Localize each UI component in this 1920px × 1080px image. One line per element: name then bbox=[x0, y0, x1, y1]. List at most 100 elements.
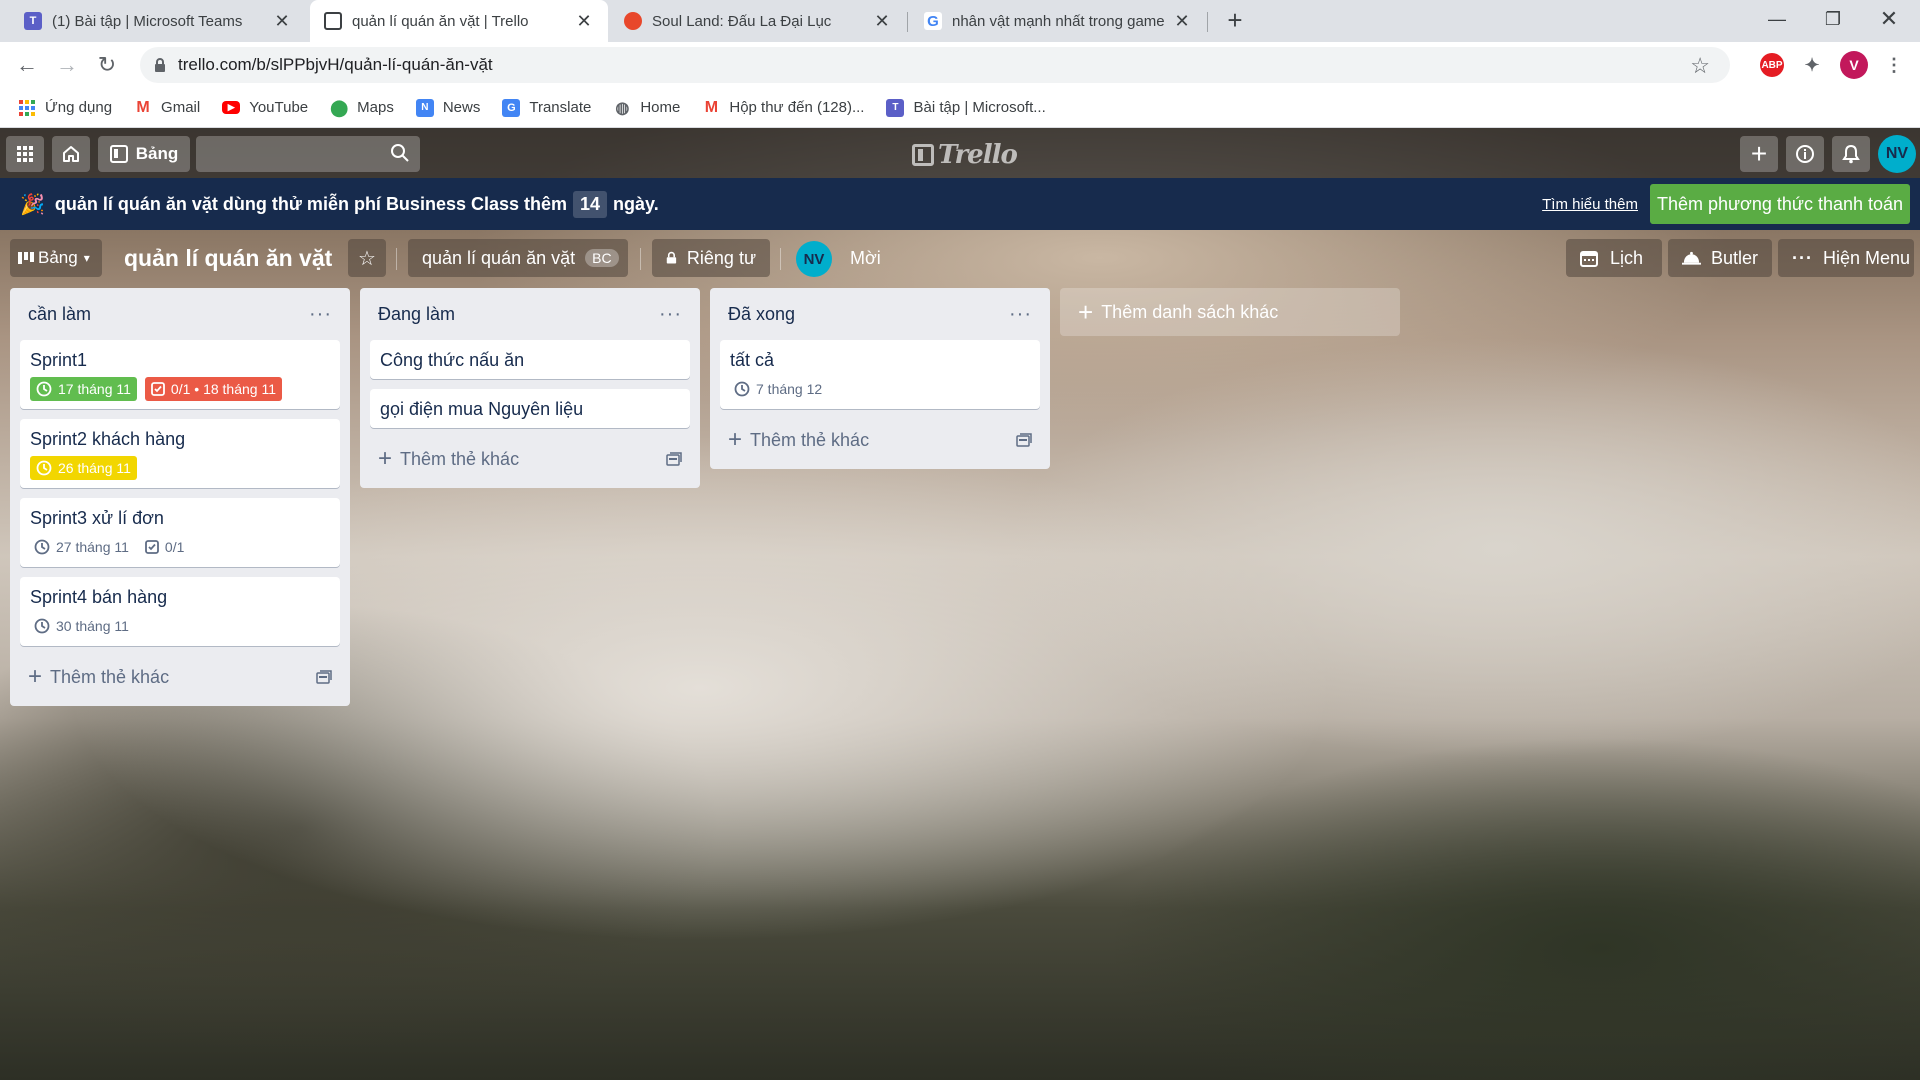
add-list-label: Thêm danh sách khác bbox=[1101, 301, 1279, 322]
card-template-icon[interactable] bbox=[316, 670, 332, 684]
forward-button[interactable]: → bbox=[52, 50, 82, 80]
add-list-button[interactable]: + Thêm danh sách khác bbox=[1060, 288, 1400, 336]
notifications-button[interactable] bbox=[1832, 136, 1870, 172]
card[interactable]: Sprint3 xử lí đơn 27 tháng 11 0/1 bbox=[20, 498, 340, 567]
invite-label: Mời bbox=[850, 247, 881, 268]
profile-avatar[interactable]: V bbox=[1840, 51, 1868, 79]
add-card-button[interactable]: + Thêm thẻ khác bbox=[20, 656, 340, 698]
bookmark-label: Hộp thư đến (128)... bbox=[729, 99, 865, 116]
visibility-button[interactable]: Riêng tư bbox=[652, 239, 770, 277]
card[interactable]: Công thức nấu ăn bbox=[370, 340, 690, 379]
close-icon[interactable]: ✕ bbox=[1172, 11, 1192, 32]
list-title[interactable]: Đang làm bbox=[378, 304, 455, 325]
bookmark-gmail[interactable]: M Gmail bbox=[134, 99, 200, 117]
member-avatar[interactable]: NV bbox=[1878, 135, 1916, 173]
chevron-down-icon: ▾ bbox=[83, 251, 90, 265]
close-icon[interactable]: ✕ bbox=[272, 11, 292, 32]
grid-icon bbox=[17, 146, 33, 162]
calendar-button[interactable]: Lịch bbox=[1566, 239, 1662, 277]
bookmark-inbox[interactable]: M Hộp thư đến (128)... bbox=[702, 99, 865, 117]
trial-message-suffix: ngày. bbox=[613, 193, 659, 214]
checklist-badge: 0/1 • 18 tháng 11 bbox=[144, 377, 282, 401]
trello-logo[interactable]: Trello bbox=[912, 140, 1018, 170]
card-badges: 30 tháng 11 bbox=[30, 614, 330, 638]
bookmark-translate[interactable]: G Translate bbox=[502, 98, 591, 117]
card-title: Sprint1 bbox=[30, 350, 88, 370]
home-button[interactable] bbox=[52, 136, 90, 172]
card[interactable]: Sprint2 khách hàng 26 tháng 11 bbox=[20, 419, 340, 488]
card[interactable]: gọi điện mua Nguyên liệu bbox=[370, 389, 690, 428]
add-card-button[interactable]: + Thêm thẻ khác bbox=[370, 438, 690, 480]
due-date-text: 7 tháng 12 bbox=[756, 381, 823, 397]
show-menu-button[interactable]: ··· Hiện Menu bbox=[1778, 239, 1914, 277]
learn-more-link[interactable]: Tìm hiểu thêm bbox=[1542, 196, 1638, 213]
info-button[interactable] bbox=[1786, 136, 1824, 172]
search-icon[interactable] bbox=[390, 143, 410, 163]
boards-button[interactable]: Bảng bbox=[98, 136, 190, 172]
list-title[interactable]: cần làm bbox=[28, 304, 91, 325]
chrome-menu-icon[interactable]: ⋮ bbox=[1882, 53, 1906, 77]
list-todo: cần làm ··· Sprint1 17 tháng 11 0/1 • 18… bbox=[10, 288, 350, 706]
close-icon[interactable]: ✕ bbox=[574, 11, 594, 32]
browser-tab-google[interactable]: G nhân vật mạnh nhất trong game ✕ bbox=[910, 0, 1206, 42]
due-date-badge[interactable]: 30 tháng 11 bbox=[30, 614, 133, 638]
board-view-switcher[interactable]: Bảng ▾ bbox=[10, 239, 102, 277]
clock-icon bbox=[36, 460, 52, 476]
add-payment-button[interactable]: Thêm phương thức thanh toán bbox=[1650, 184, 1910, 224]
card[interactable]: Sprint4 bán hàng 30 tháng 11 bbox=[20, 577, 340, 646]
list-menu-icon[interactable]: ··· bbox=[659, 303, 682, 326]
card-template-icon[interactable] bbox=[666, 452, 682, 466]
due-date-badge[interactable]: 27 tháng 11 bbox=[30, 535, 133, 559]
browser-tab-soul-land[interactable]: Soul Land: Đấu La Đại Lục ✕ bbox=[610, 0, 906, 42]
list-menu-icon[interactable]: ··· bbox=[1009, 303, 1032, 326]
new-tab-button[interactable]: + bbox=[1220, 6, 1250, 36]
star-board-button[interactable]: ☆ bbox=[348, 239, 386, 277]
add-card-button[interactable]: + Thêm thẻ khác bbox=[720, 419, 1040, 461]
card[interactable]: Sprint1 17 tháng 11 0/1 • 18 tháng 11 bbox=[20, 340, 340, 409]
apps-switcher-button[interactable] bbox=[6, 136, 44, 172]
list-doing: Đang làm ··· Công thức nấu ăn gọi điện m… bbox=[360, 288, 700, 488]
board-member-avatar[interactable]: NV bbox=[796, 241, 832, 277]
create-button[interactable]: + bbox=[1740, 136, 1778, 172]
reload-button[interactable]: ↻ bbox=[92, 50, 122, 80]
visibility-label: Riêng tư bbox=[686, 247, 756, 268]
minimize-button[interactable]: — bbox=[1750, 0, 1804, 38]
card-template-icon[interactable] bbox=[1016, 433, 1032, 447]
party-popper-icon: 🎉 bbox=[20, 193, 45, 216]
extensions-puzzle-icon[interactable]: ✦ bbox=[1800, 53, 1824, 77]
bookmark-teams[interactable]: T Bài tập | Microsoft... bbox=[886, 98, 1046, 117]
bookmark-star-icon[interactable]: ☆ bbox=[1690, 53, 1710, 79]
bookmark-apps[interactable]: Ứng dụng bbox=[18, 99, 112, 117]
card[interactable]: tất cả 7 tháng 12 bbox=[720, 340, 1040, 409]
search-box[interactable] bbox=[196, 136, 420, 172]
back-button[interactable]: ← bbox=[12, 50, 42, 80]
browser-tab-teams[interactable]: T (1) Bài tập | Microsoft Teams ✕ bbox=[10, 0, 306, 42]
invite-button[interactable]: Mời bbox=[840, 239, 891, 277]
board-title[interactable]: quản lí quán ăn vặt bbox=[110, 239, 346, 277]
search-input[interactable] bbox=[196, 136, 376, 172]
adblock-plus-icon[interactable]: ABP bbox=[1760, 53, 1784, 77]
card-badges: 7 tháng 12 bbox=[730, 377, 1030, 401]
list-menu-icon[interactable]: ··· bbox=[309, 303, 332, 326]
address-bar[interactable]: trello.com/b/slPPbjvH/quản-lí-quán-ăn-vặ… bbox=[140, 47, 1730, 83]
due-date-badge[interactable]: 17 tháng 11 bbox=[30, 377, 137, 401]
window-close-button[interactable]: ✕ bbox=[1862, 0, 1916, 38]
trial-message: quản lí quán ăn vặt dùng thử miễn phí Bu… bbox=[55, 190, 659, 218]
maximize-button[interactable]: ❐ bbox=[1806, 0, 1860, 38]
butler-button[interactable]: Butler bbox=[1668, 239, 1772, 277]
due-date-badge[interactable]: 7 tháng 12 bbox=[730, 377, 826, 401]
due-date-badge[interactable]: 26 tháng 11 bbox=[30, 456, 137, 480]
workspace-button[interactable]: quản lí quán ăn vặt BC bbox=[408, 239, 628, 277]
board-view-label: Bảng bbox=[38, 248, 78, 267]
add-card-label: Thêm thẻ khác bbox=[750, 429, 870, 450]
close-icon[interactable]: ✕ bbox=[872, 11, 892, 32]
due-date-text: 30 tháng 11 bbox=[56, 618, 129, 634]
bookmark-news[interactable]: N News bbox=[415, 98, 480, 117]
gmail-icon: M bbox=[136, 98, 150, 116]
bookmark-youtube[interactable]: ▶ YouTube bbox=[222, 99, 308, 116]
browser-tab-trello[interactable]: quản lí quán ăn vặt | Trello ✕ bbox=[310, 0, 608, 42]
bookmark-maps[interactable]: ⬤ Maps bbox=[330, 99, 394, 117]
translate-icon: G bbox=[502, 98, 521, 117]
bookmark-home[interactable]: ◍ Home bbox=[613, 99, 680, 117]
list-title[interactable]: Đã xong bbox=[728, 304, 795, 325]
